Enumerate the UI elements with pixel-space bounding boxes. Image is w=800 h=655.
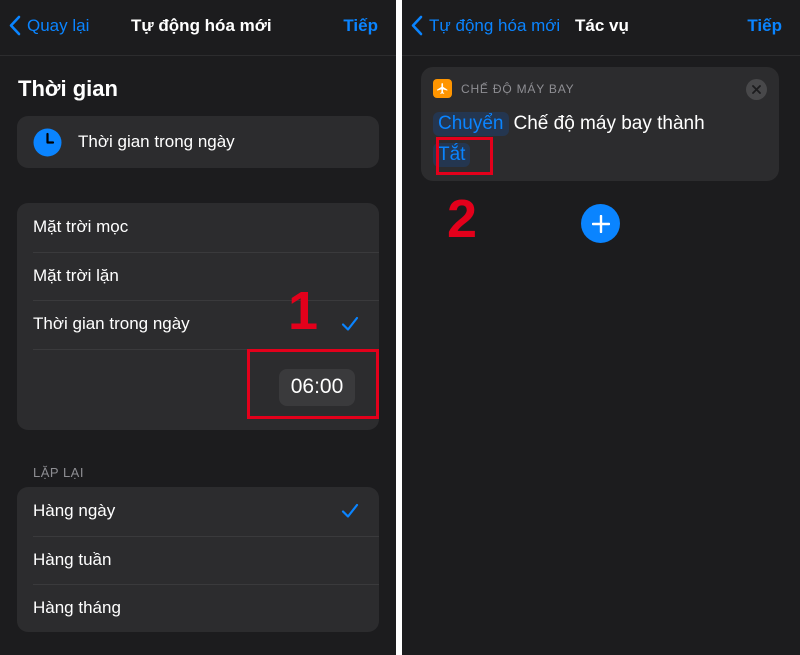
time-of-day-row[interactable]: Thời gian trong ngày	[17, 116, 379, 168]
verb-token[interactable]: Chuyển	[433, 112, 509, 136]
repeat-label: Hàng ngày	[33, 501, 116, 521]
option-time-of-day[interactable]: Thời gian trong ngày	[17, 300, 379, 349]
close-icon	[752, 85, 761, 94]
annotation-highlight-box	[436, 137, 493, 175]
option-label: Mặt trời mọc	[33, 217, 129, 237]
repeat-caption: LẶP LẠI	[33, 465, 84, 480]
option-label: Thời gian trong ngày	[33, 314, 190, 334]
action-sentence: Chuyển Chế độ máy bay thành	[433, 112, 705, 136]
airplane-icon	[433, 79, 452, 98]
option-sunrise[interactable]: Mặt trời mọc	[17, 203, 379, 252]
back-button[interactable]: Quay lại	[8, 15, 89, 36]
repeat-label: Hàng tuần	[33, 549, 112, 569]
chevron-left-icon	[411, 15, 423, 36]
action-category: CHẾ ĐỘ MÁY BAY	[461, 81, 575, 96]
left-panel: Quay lại Tự động hóa mới Tiếp Thời gian …	[0, 0, 396, 655]
clock-icon	[33, 128, 62, 156]
action-text: Chế độ máy bay thành	[513, 113, 705, 134]
option-label: Mặt trời lặn	[33, 265, 119, 285]
annotation-number-2: 2	[447, 189, 478, 249]
section-title: Thời gian	[18, 76, 118, 101]
repeat-label: Hàng tháng	[33, 598, 121, 618]
annotation-highlight-box	[247, 349, 379, 419]
add-action-button[interactable]	[581, 204, 620, 243]
back-button[interactable]: Tự động hóa mới	[410, 15, 560, 36]
repeat-options-list: Hàng ngày Hàng tuần Hàng tháng	[17, 487, 379, 632]
nav-bar: Quay lại Tự động hóa mới Tiếp	[0, 0, 396, 56]
checkmark-icon	[341, 502, 359, 520]
time-of-day-label: Thời gian trong ngày	[78, 132, 235, 151]
option-sunset[interactable]: Mặt trời lặn	[17, 251, 379, 301]
remove-action-button[interactable]	[746, 79, 767, 100]
chevron-left-icon	[9, 15, 21, 36]
back-label: Quay lại	[27, 15, 90, 35]
action-header: CHẾ ĐỘ MÁY BAY	[433, 79, 574, 98]
checkmark-icon	[341, 315, 359, 333]
repeat-monthly[interactable]: Hàng tháng	[17, 584, 379, 632]
next-button[interactable]: Tiếp	[343, 16, 378, 36]
page-title: Tác vụ	[575, 16, 629, 35]
repeat-daily[interactable]: Hàng ngày	[17, 487, 379, 536]
next-button[interactable]: Tiếp	[747, 16, 782, 36]
time-of-day-card[interactable]: Thời gian trong ngày	[17, 116, 379, 168]
back-label: Tự động hóa mới	[429, 15, 561, 35]
plus-icon	[591, 214, 610, 233]
repeat-weekly[interactable]: Hàng tuần	[17, 535, 379, 585]
right-panel: Tự động hóa mới Tác vụ Tiếp CHẾ ĐỘ MÁY B…	[402, 0, 800, 655]
annotation-number-1: 1	[288, 281, 319, 341]
nav-bar: Tự động hóa mới Tác vụ Tiếp	[402, 0, 800, 56]
page-title: Tự động hóa mới	[131, 16, 272, 35]
